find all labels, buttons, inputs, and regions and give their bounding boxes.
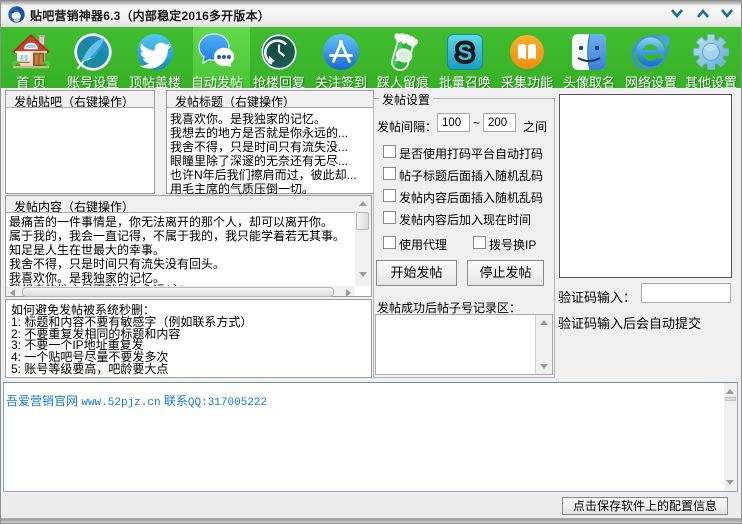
svg-text:S: S xyxy=(458,40,473,65)
